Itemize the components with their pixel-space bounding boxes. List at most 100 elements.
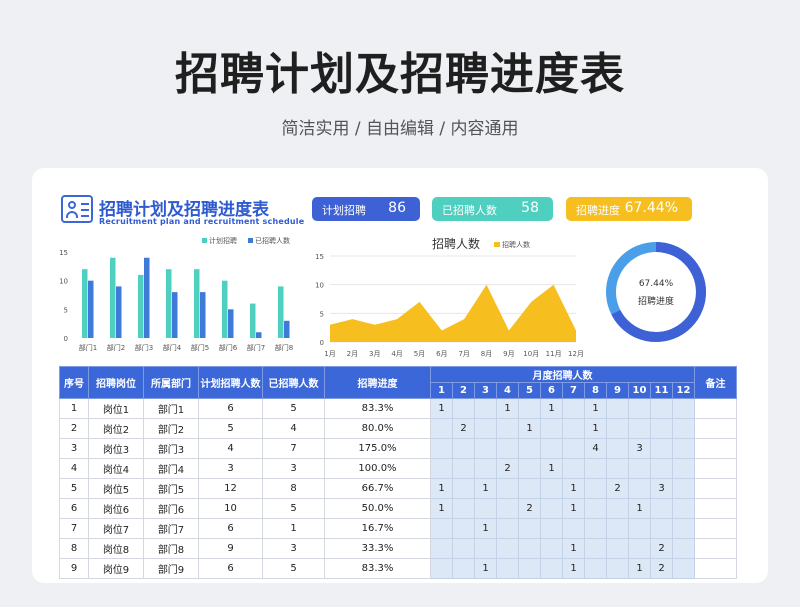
- y-tick-label: 15: [59, 249, 68, 257]
- month-cell: [650, 438, 673, 459]
- month-cell: [430, 558, 453, 579]
- month-cell: 3: [628, 438, 651, 459]
- month-cell: 2: [606, 478, 629, 499]
- remark-cell: [694, 558, 737, 579]
- bar-chart: 15 10 5 0 计划招聘 已招聘人数部门1 部门2 部门3 部门4 部门5 部门6 部门7 部门8: [59, 236, 293, 352]
- bar: [88, 280, 94, 338]
- row-plan-cell: 6: [198, 398, 263, 419]
- bar: [82, 269, 88, 338]
- x-tick-label: 部门7: [247, 343, 265, 352]
- row-plan-cell: 4: [198, 438, 263, 459]
- month-cell: [496, 438, 519, 459]
- month-cell: [650, 498, 673, 519]
- month-header: 9: [606, 382, 629, 399]
- x-tick-label: 2月: [347, 350, 358, 358]
- header-no: 序号: [59, 366, 89, 399]
- bar: [284, 320, 290, 338]
- bar: [200, 292, 206, 338]
- row-progress-cell: 83.3%: [324, 558, 431, 579]
- month-cell: [496, 518, 519, 539]
- row-progress-cell: 80.0%: [324, 418, 431, 439]
- x-tick-label: 部门8: [275, 343, 293, 352]
- row-dept-cell: 部门1: [143, 398, 199, 419]
- row-plan-cell: 12: [198, 478, 263, 499]
- x-tick-label: 6月: [436, 350, 447, 358]
- month-cell: 1: [430, 478, 453, 499]
- remark-cell: [694, 418, 737, 439]
- row-progress-cell: 66.7%: [324, 478, 431, 499]
- month-cell: [452, 398, 475, 419]
- month-cell: [518, 478, 541, 499]
- row-hired-cell: 1: [262, 518, 325, 539]
- month-cell: [650, 458, 673, 479]
- month-header: 6: [540, 382, 563, 399]
- x-tick-label: 部门3: [135, 343, 153, 352]
- row-dept-cell: 部门6: [143, 498, 199, 519]
- x-tick-label: 部门1: [79, 343, 97, 352]
- month-cell: [430, 418, 453, 439]
- x-tick-label: 3月: [369, 350, 380, 358]
- month-cell: [672, 538, 695, 559]
- month-cell: [606, 538, 629, 559]
- row-plan-cell: 10: [198, 498, 263, 519]
- table-row: 3 岗位3 部门3 4 7 175.0% 4 3: [59, 438, 737, 459]
- month-cell: [474, 538, 497, 559]
- row-dept-cell: 部门3: [143, 438, 199, 459]
- table-row: 2 岗位2 部门2 5 4 80.0% 2 1 1: [59, 418, 737, 439]
- month-cell: [628, 478, 651, 499]
- month-cell: [606, 518, 629, 539]
- remark-cell: [694, 518, 737, 539]
- row-hired-cell: 3: [262, 538, 325, 559]
- month-header: 4: [496, 382, 519, 399]
- month-cell: [650, 418, 673, 439]
- x-tick-label: 11月: [546, 350, 562, 358]
- month-cell: 1: [562, 498, 585, 519]
- month-cell: [672, 438, 695, 459]
- row-dept-cell: 部门7: [143, 518, 199, 539]
- month-cell: 1: [474, 478, 497, 499]
- row-dept-cell: 部门8: [143, 538, 199, 559]
- kpi-hired: 已招聘人数 58: [432, 197, 553, 221]
- month-cell: [672, 558, 695, 579]
- month-cell: [628, 538, 651, 559]
- header-post: 招聘岗位: [88, 366, 144, 399]
- month-cell: 1: [540, 398, 563, 419]
- month-cell: [430, 458, 453, 479]
- month-cell: [606, 398, 629, 419]
- month-cell: [474, 458, 497, 479]
- header-hired: 已招聘人数: [262, 366, 325, 399]
- month-cell: [474, 398, 497, 419]
- table-row: 5 岗位5 部门5 12 8 66.7% 1 1 1 2 3: [59, 478, 737, 499]
- row-post-cell: 岗位3: [88, 438, 144, 459]
- month-cell: [672, 398, 695, 419]
- month-cell: [474, 418, 497, 439]
- month-cell: [430, 438, 453, 459]
- remark-cell: [694, 538, 737, 559]
- kpi-planned-value: 86: [388, 200, 406, 216]
- month-cell: [672, 458, 695, 479]
- bar: [194, 269, 200, 338]
- month-cell: [452, 538, 475, 559]
- row-no-cell: 4: [59, 458, 89, 479]
- month-header: 2: [452, 382, 475, 399]
- month-cell: [672, 518, 695, 539]
- x-tick-label: 12月: [568, 350, 584, 358]
- header-progress: 招聘进度: [324, 366, 431, 399]
- profile-card-icon: [61, 195, 93, 223]
- row-no-cell: 7: [59, 518, 89, 539]
- row-progress-cell: 33.3%: [324, 538, 431, 559]
- month-cell: [584, 518, 607, 539]
- month-cell: [584, 558, 607, 579]
- month-cell: 2: [518, 498, 541, 519]
- row-plan-cell: 5: [198, 418, 263, 439]
- month-header: 11: [650, 382, 673, 399]
- x-tick-label: 4月: [391, 350, 402, 358]
- x-tick-label: 部门4: [163, 343, 182, 352]
- month-cell: 1: [562, 538, 585, 559]
- month-cell: 1: [474, 558, 497, 579]
- row-post-cell: 岗位1: [88, 398, 144, 419]
- bar: [138, 274, 144, 338]
- month-cell: [562, 398, 585, 419]
- month-cell: [518, 398, 541, 419]
- month-cell: [628, 398, 651, 419]
